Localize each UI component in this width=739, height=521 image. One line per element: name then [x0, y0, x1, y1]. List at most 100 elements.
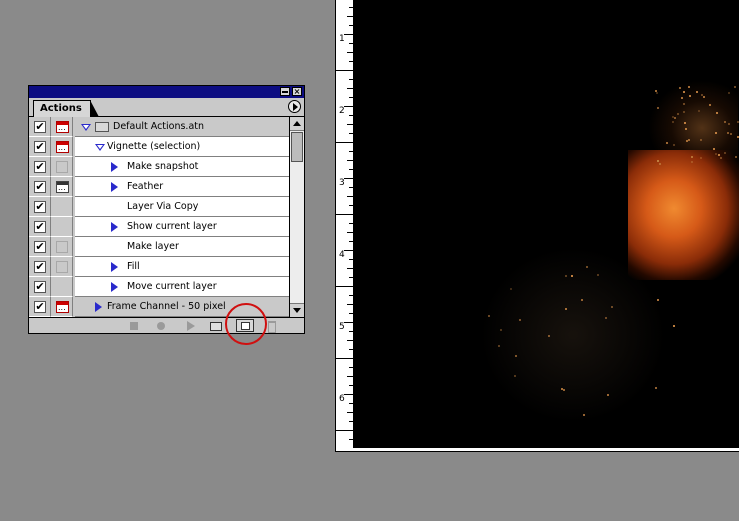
- action-name-cell[interactable]: Vignette (selection): [75, 137, 289, 157]
- record-icon[interactable]: [155, 321, 167, 331]
- scroll-up-arrow-icon[interactable]: [290, 117, 304, 131]
- dialog-toggle-cell: [51, 257, 73, 277]
- dialog-empty-box[interactable]: [56, 261, 68, 273]
- spark-particle: [727, 131, 730, 134]
- expand-triangle-icon[interactable]: [111, 222, 118, 232]
- action-label: Fill: [127, 261, 140, 272]
- vertical-scrollbar[interactable]: [289, 117, 304, 317]
- toggle-cell: ✔: [29, 257, 51, 277]
- action-name-cell[interactable]: Show current layer: [75, 217, 289, 237]
- checkmark-icon[interactable]: ✔: [34, 281, 46, 293]
- action-name-cell[interactable]: Layer Via Copy: [75, 197, 289, 217]
- palette-titlebar[interactable]: ×: [29, 86, 304, 98]
- action-name-cell[interactable]: Fill: [75, 257, 289, 277]
- scroll-thumb[interactable]: [291, 132, 303, 162]
- spark-particle: [690, 155, 693, 158]
- expand-triangle-icon[interactable]: [95, 302, 102, 312]
- checkmark-icon[interactable]: ✔: [34, 141, 46, 153]
- ruler-number: 3: [339, 178, 345, 188]
- play-icon[interactable]: [184, 321, 196, 331]
- spark-particle: [610, 305, 613, 308]
- collapse-triangle-icon[interactable]: [95, 144, 105, 151]
- action-row[interactable]: ✔ Default Actions.atn: [29, 117, 289, 137]
- stop-icon[interactable]: [128, 321, 140, 331]
- action-name-cell[interactable]: Make snapshot: [75, 157, 289, 177]
- action-row[interactable]: ✔ Make layer: [29, 237, 289, 257]
- spark-particle: [714, 132, 717, 135]
- spark-particle: [674, 117, 677, 120]
- image-canvas[interactable]: [353, 0, 739, 448]
- close-button[interactable]: ×: [292, 87, 302, 96]
- spark-particle: [700, 157, 703, 160]
- action-row[interactable]: ✔ Vignette (selection): [29, 137, 289, 157]
- checkmark-icon[interactable]: ✔: [34, 181, 46, 193]
- spark-particle: [606, 394, 609, 397]
- spark-particle: [585, 265, 588, 268]
- spark-particle: [682, 110, 685, 113]
- scroll-down-arrow-icon[interactable]: [290, 303, 304, 317]
- spark-particle: [604, 316, 607, 319]
- spark-particle: [723, 152, 726, 155]
- spark-particle: [681, 97, 684, 100]
- new-set-icon[interactable]: [209, 321, 222, 331]
- collapse-triangle-icon[interactable]: [81, 124, 91, 131]
- dialog-icon[interactable]: [56, 141, 69, 153]
- checkmark-icon[interactable]: ✔: [34, 301, 46, 313]
- spark-particle: [547, 334, 550, 337]
- action-label: Feather: [127, 181, 164, 192]
- explosion-fireball: [628, 150, 739, 280]
- toggle-cell: ✔: [29, 277, 51, 297]
- expand-triangle-icon[interactable]: [111, 182, 118, 192]
- minimize-button[interactable]: [280, 87, 290, 96]
- spark-particle: [487, 315, 490, 318]
- spark-particle: [678, 87, 681, 90]
- action-row[interactable]: ✔ Layer Via Copy: [29, 197, 289, 217]
- action-row[interactable]: ✔ Fill: [29, 257, 289, 277]
- action-label: Default Actions.atn: [113, 121, 205, 132]
- folder-icon: [95, 122, 109, 132]
- spark-particle: [730, 132, 733, 135]
- checkmark-icon[interactable]: ✔: [34, 121, 46, 133]
- dialog-icon[interactable]: [56, 181, 69, 193]
- action-name-cell[interactable]: Make layer: [75, 237, 289, 257]
- checkmark-icon[interactable]: ✔: [34, 161, 46, 173]
- action-row[interactable]: ✔ Feather: [29, 177, 289, 197]
- spark-particle: [718, 153, 721, 156]
- dialog-empty-box[interactable]: [56, 161, 68, 173]
- spark-particle: [673, 144, 676, 147]
- expand-triangle-icon[interactable]: [111, 162, 118, 172]
- action-row[interactable]: ✔ Move current layer: [29, 277, 289, 297]
- checkmark-icon[interactable]: ✔: [34, 201, 46, 213]
- palette-tab-row: Actions: [29, 98, 304, 117]
- palette-menu-button[interactable]: [288, 100, 301, 113]
- expand-triangle-icon[interactable]: [111, 262, 118, 272]
- dialog-icon[interactable]: [56, 301, 69, 313]
- spark-particle: [498, 344, 501, 347]
- spark-particle: [696, 91, 699, 94]
- ruler-number: 1: [339, 34, 345, 44]
- toggle-cell: ✔: [29, 157, 51, 177]
- spark-particle: [561, 387, 564, 390]
- action-row[interactable]: ✔ Show current layer: [29, 217, 289, 237]
- checkmark-icon[interactable]: ✔: [34, 221, 46, 233]
- tab-actions[interactable]: Actions: [33, 100, 99, 117]
- spark-particle: [736, 120, 739, 123]
- action-row[interactable]: ✔ Make snapshot: [29, 157, 289, 177]
- action-label: Frame Channel - 50 pixel: [107, 301, 226, 312]
- spark-particle: [500, 328, 503, 331]
- dialog-icon[interactable]: [56, 121, 69, 133]
- action-label: Make layer: [127, 241, 179, 252]
- spark-particle: [514, 355, 517, 358]
- spark-particle: [672, 324, 675, 327]
- checkmark-icon[interactable]: ✔: [34, 241, 46, 253]
- checkmark-icon[interactable]: ✔: [34, 261, 46, 273]
- expand-triangle-icon[interactable]: [111, 282, 118, 292]
- action-name-cell[interactable]: Move current layer: [75, 277, 289, 297]
- dialog-empty-box[interactable]: [56, 241, 68, 253]
- action-label: Make snapshot: [127, 161, 199, 172]
- action-name-cell[interactable]: Feather: [75, 177, 289, 197]
- action-name-cell[interactable]: Default Actions.atn: [75, 117, 289, 137]
- action-label: Vignette (selection): [107, 141, 201, 152]
- spark-particle: [688, 94, 691, 97]
- spark-particle: [666, 141, 669, 144]
